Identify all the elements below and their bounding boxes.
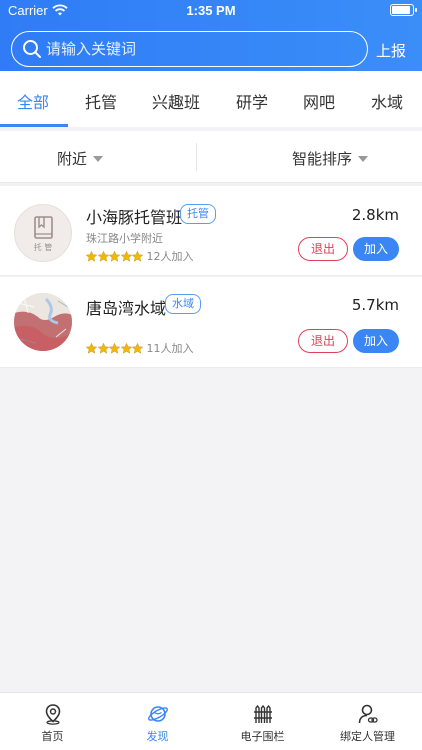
search-icon [23,40,41,58]
item-distance: 5.7km [351,296,399,314]
filter-bar: 附近 智能排序 [0,131,422,183]
quit-button[interactable]: 退出 [298,237,348,261]
tab-internet-cafe[interactable]: 网吧 [303,89,335,113]
star-icon [132,342,143,354]
search-box[interactable] [11,31,368,67]
tab-interest-class[interactable]: 兴趣班 [152,89,200,113]
category-tabs: 全部 托管 兴趣班 研学 网吧 水域 [0,71,422,127]
tab-home[interactable]: 首页 [0,693,105,750]
dropdown-caret-icon [93,155,104,162]
tab-geofence[interactable]: 电子围栏 [210,693,315,750]
tab-home-label: 首页 [41,730,64,743]
book-icon [34,216,53,239]
tab-bound-persons-label: 绑定人管理 [340,730,395,743]
item-distance: 2.8km [351,206,399,224]
tab-geofence-label: 电子围栏 [240,730,285,743]
dropdown-caret-icon [358,155,369,162]
star-icon [120,342,132,354]
list-item[interactable]: 唐岛湾水域 水域 11人加入 5.7km 退出 加入 [0,277,422,368]
item-address: 珠江路小学附近 [86,232,163,245]
star-icon [132,250,143,262]
star-icon [109,342,120,354]
join-button[interactable]: 加入 [353,237,399,261]
star-icon [86,250,97,262]
tab-discover[interactable]: 发现 [105,693,210,750]
filter-divider [196,143,197,171]
tab-discover-label: 发现 [146,730,169,743]
rating-stars: 12人加入 [86,248,194,264]
search-input[interactable] [46,36,356,62]
water-area-map-thumbnail [14,293,72,351]
sort-filter[interactable]: 智能排序 [292,148,369,169]
map-thumbnail-graphic [14,293,72,351]
join-button[interactable]: 加入 [353,329,399,353]
list-item[interactable]: 托 管 小海豚托管班 托管 珠江路小学附近 12人加入 2.8km 退出 加入 [0,186,422,276]
item-name: 小海豚托管班 [86,208,183,227]
battery-icon [390,4,417,16]
joined-count: 12人加入 [146,250,194,263]
rating-stars: 11人加入 [86,340,194,356]
item-name: 唐岛湾水域 [86,299,167,318]
quit-button[interactable]: 退出 [298,329,348,353]
star-icon [97,250,109,262]
tab-all[interactable]: 全部 [17,89,49,113]
report-button[interactable]: 上报 [376,40,406,61]
header-bar: Carrier 1:35 PM 上报 [0,0,422,71]
location-pin-icon [45,704,61,725]
star-icon [86,342,97,354]
avatar-caption: 托 管 [33,243,53,252]
planet-icon [148,706,168,722]
person-link-icon [358,704,378,724]
tab-childcare[interactable]: 托管 [85,89,117,113]
active-tab-indicator [0,124,68,127]
tab-bound-persons[interactable]: 绑定人管理 [315,693,420,750]
status-bar: Carrier 1:35 PM [0,0,422,22]
star-icon [109,250,120,262]
joined-count: 11人加入 [146,342,194,355]
tab-study-tour[interactable]: 研学 [236,89,268,113]
nearby-filter-label: 附近 [57,150,88,168]
star-icon [120,250,132,262]
bottom-tab-bar: 首页 发现 电子围栏 绑定人管理 [0,692,422,750]
nearby-filter[interactable]: 附近 [57,148,104,169]
category-tag: 托管 [180,204,216,224]
tab-water-area[interactable]: 水域 [371,89,403,113]
sort-filter-label: 智能排序 [292,150,353,168]
status-time: 1:35 PM [186,3,236,18]
childcare-avatar: 托 管 [14,204,72,262]
category-tag: 水域 [165,294,201,314]
fence-icon [254,704,272,723]
star-icon [97,342,109,354]
